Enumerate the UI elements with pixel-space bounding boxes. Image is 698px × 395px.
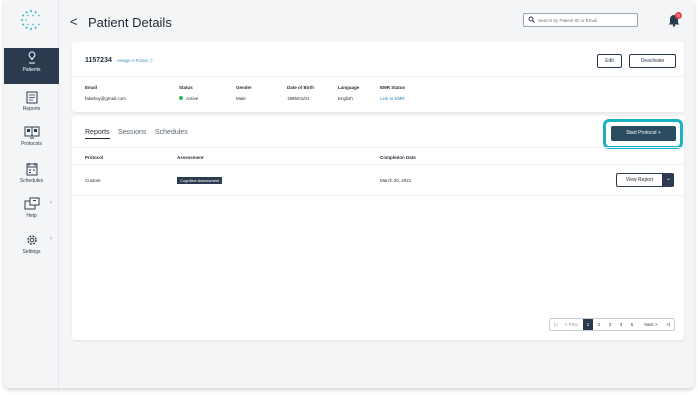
column-header-completion-date: Completion Date	[380, 155, 416, 160]
search-box[interactable]	[523, 13, 638, 27]
app-window: Patients Reports Protocols Schedules Hel…	[4, 0, 694, 388]
status-label: Status	[179, 85, 193, 90]
dob-value: 1986/01/01	[287, 96, 310, 101]
sidebar-item-label: Protocols	[21, 141, 42, 147]
status-text: Active	[186, 96, 199, 101]
patient-card: 1157234 Assign A Focus ⓘ Edit Deactivate…	[72, 42, 684, 112]
sidebar-item-protocols[interactable]: Protocols	[4, 123, 59, 159]
assessment-tag: Cognitive Assessment	[177, 177, 223, 184]
page-button-5[interactable]: 5	[627, 319, 637, 330]
gear-icon	[26, 235, 37, 245]
help-chat-icon	[24, 197, 39, 210]
brand-dots-logo[interactable]	[20, 9, 42, 31]
sidebar-item-label: Settings	[22, 249, 41, 255]
deactivate-button[interactable]: Deactivate	[629, 54, 676, 68]
status-value: Active	[179, 96, 198, 101]
sidebar-item-label: Schedules	[19, 178, 44, 184]
divider	[72, 76, 684, 77]
last-page-button[interactable]: >|	[663, 319, 673, 330]
page-title: Patient Details	[88, 15, 172, 30]
language-value: English	[338, 96, 353, 101]
tab-schedules[interactable]: Schedules	[155, 129, 188, 136]
sidebar-item-label: Reports	[22, 106, 41, 112]
calendar-icon	[26, 163, 37, 176]
divider	[72, 164, 684, 165]
divider	[72, 147, 684, 148]
sidebar: Patients Reports Protocols Schedules Hel…	[4, 0, 59, 388]
sidebar-item-schedules[interactable]: Schedules	[4, 159, 59, 195]
pagination: |< < Prev 1 2 3 4 5 Next > >|	[549, 318, 675, 331]
back-arrow-icon[interactable]: <	[70, 14, 78, 29]
tab-reports[interactable]: Reports	[85, 129, 110, 139]
tab-sessions[interactable]: Sessions	[118, 129, 146, 136]
sidebar-item-patients[interactable]: Patients	[4, 48, 59, 84]
email-value: fakeboy@gmail.com	[85, 96, 126, 101]
emr-label: EMR Status	[380, 85, 406, 90]
search-input[interactable]	[538, 15, 636, 25]
start-protocol-button[interactable]: Start Protocol +	[611, 126, 676, 141]
edit-button[interactable]: Edit	[597, 54, 622, 68]
sidebar-item-reports[interactable]: Reports	[4, 88, 59, 124]
completion-date-cell: March 20, 2021	[380, 178, 412, 183]
column-header-protocol: Protocol	[85, 155, 104, 160]
sidebar-item-label: Help	[26, 213, 37, 219]
language-label: Language	[338, 85, 360, 90]
sidebar-item-label: Patients	[22, 67, 41, 73]
dob-label: Date of Birth	[287, 85, 314, 90]
status-dot-icon	[179, 96, 183, 100]
report-icon	[26, 91, 37, 104]
divider	[72, 195, 684, 196]
protocol-cell: Custom	[85, 178, 101, 183]
patient-icon	[27, 51, 36, 64]
reports-card: Reports Sessions Schedules Start Protoco…	[72, 116, 684, 340]
gender-value: Male	[236, 96, 246, 101]
sidebar-item-settings[interactable]: Settings ›	[4, 230, 59, 266]
email-label: Email	[85, 85, 98, 90]
page-button-3[interactable]: 3	[605, 319, 615, 330]
assign-focus-link[interactable]: Assign A Focus ⓘ	[117, 58, 154, 64]
view-report-button[interactable]: View Report	[616, 173, 663, 187]
prev-page-button[interactable]: < Prev	[561, 319, 582, 330]
emr-link[interactable]: Link to EMR	[380, 96, 405, 101]
page-button-2[interactable]: 2	[594, 319, 604, 330]
sidebar-item-help[interactable]: Help ›	[4, 194, 59, 230]
page-button-4[interactable]: 4	[616, 319, 626, 330]
next-page-button[interactable]: Next >	[640, 319, 662, 330]
first-page-button[interactable]: |<	[552, 319, 560, 330]
chevron-right-icon: ›	[50, 236, 52, 242]
chevron-right-icon: ›	[50, 200, 52, 206]
notification-badge: 5	[675, 12, 682, 19]
protocol-icon	[24, 126, 39, 139]
gender-label: Gender	[236, 85, 252, 90]
column-header-assessment: Assessment	[177, 155, 204, 160]
page-button-1[interactable]: 1	[583, 319, 593, 330]
chevron-down-icon[interactable]: ⌄	[663, 173, 674, 187]
patient-id: 1157234	[85, 57, 112, 64]
search-icon	[528, 16, 535, 23]
